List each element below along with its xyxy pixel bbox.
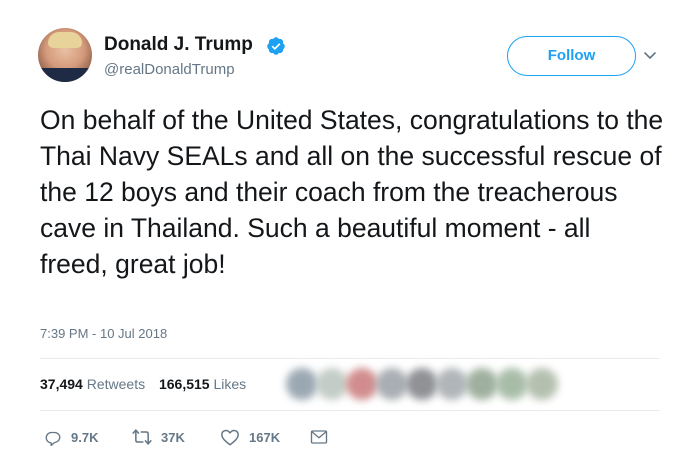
- retweets-stat[interactable]: 37,494 Retweets: [40, 376, 145, 392]
- reply-icon: [45, 431, 61, 446]
- liker-avatar: [436, 368, 468, 400]
- tweet-timestamp[interactable]: 7:39 PM - 10 Jul 2018: [40, 326, 167, 341]
- author-handle[interactable]: @realDonaldTrump: [104, 61, 235, 78]
- liker-avatar: [286, 368, 318, 400]
- direct-message-button[interactable]: [310, 426, 328, 448]
- liker-avatar: [346, 368, 378, 400]
- likes-count: 166,515: [158, 376, 210, 392]
- liker-avatar: [496, 368, 528, 400]
- retweet-count: 37K: [161, 429, 185, 445]
- retweet-button[interactable]: 37K: [132, 426, 185, 448]
- liker-avatar: [316, 368, 348, 400]
- avatar-hair: [48, 32, 82, 48]
- retweets-count: 37,494: [40, 376, 83, 392]
- chevron-down-icon[interactable]: [640, 45, 660, 65]
- liker-avatars[interactable]: [286, 368, 576, 400]
- retweets-label: Retweets: [86, 376, 146, 392]
- divider: [40, 358, 660, 359]
- retweet-icon: [132, 429, 152, 445]
- likes-stat[interactable]: 166,515 Likes: [159, 376, 246, 392]
- verified-badge-icon: [267, 37, 285, 55]
- heart-icon: [221, 429, 239, 446]
- reply-count: 9.7K: [71, 429, 99, 445]
- like-button[interactable]: 167K: [220, 426, 280, 448]
- liker-avatar: [376, 368, 408, 400]
- like-count: 167K: [249, 429, 281, 445]
- author-display-name[interactable]: Donald J. Trump: [104, 34, 253, 56]
- likes-label: Likes: [213, 376, 247, 392]
- tweet-stats: 37,494 Retweets 166,515 Likes: [40, 376, 256, 392]
- tweet-text: On behalf of the United States, congratu…: [40, 105, 664, 279]
- author-avatar[interactable]: [38, 28, 92, 82]
- divider: [40, 410, 660, 411]
- avatar-suit: [38, 68, 92, 82]
- liker-avatar: [406, 368, 438, 400]
- tweet-card: Donald J. Trump @realDonaldTrump Follow …: [0, 0, 700, 457]
- liker-avatar: [526, 368, 558, 400]
- liker-avatar: [466, 368, 498, 400]
- reply-button[interactable]: 9.7K: [44, 426, 98, 448]
- envelope-icon: [310, 430, 328, 444]
- follow-button[interactable]: Follow: [507, 36, 636, 76]
